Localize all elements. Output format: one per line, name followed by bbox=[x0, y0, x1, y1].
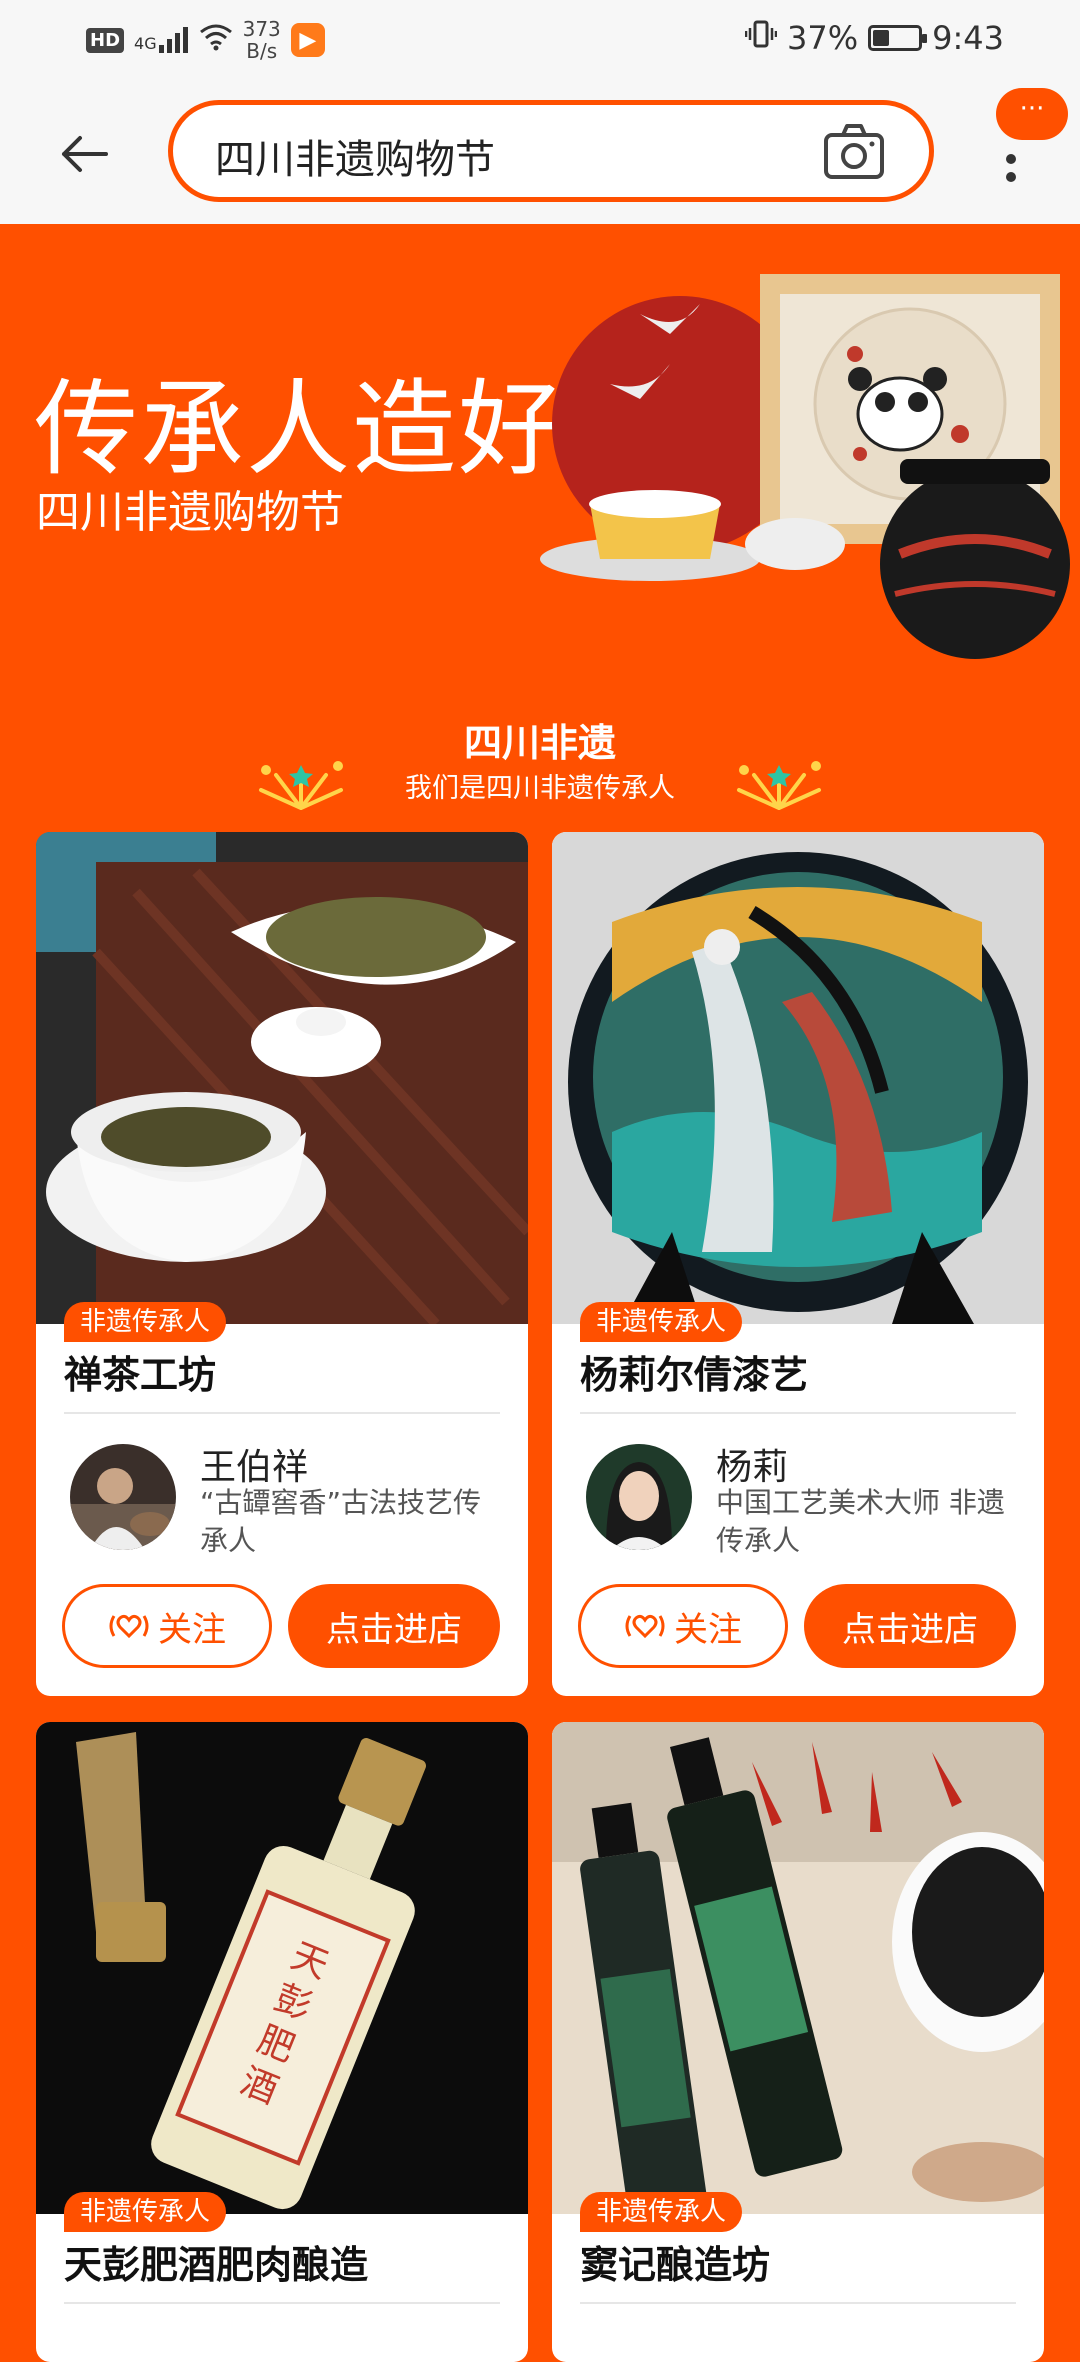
shop-name[interactable]: 禅茶工坊 bbox=[64, 1344, 216, 1399]
status-right: 37% 9:43 bbox=[744, 18, 1004, 58]
status-left: HD 4G 373 B/s ▶ bbox=[86, 18, 325, 62]
shop-image-soy-sauce bbox=[552, 1722, 1044, 2214]
vibrate-icon bbox=[744, 18, 778, 58]
follow-label: 关注 bbox=[674, 1609, 742, 1650]
divider bbox=[64, 2302, 500, 2304]
divider bbox=[580, 1412, 1016, 1414]
wifi-icon bbox=[199, 23, 233, 58]
promo-banner[interactable]: 传承人造好物 四川非遗购物节 bbox=[0, 224, 1080, 724]
heritage-badge: 非遗传承人 bbox=[580, 2192, 743, 2232]
clock: 9:43 bbox=[932, 19, 1004, 57]
heritage-badge: 非遗传承人 bbox=[64, 1302, 227, 1342]
shop-name[interactable]: 杨莉尔倩漆艺 bbox=[580, 1344, 808, 1399]
search-input[interactable]: 四川非遗购物节 bbox=[215, 127, 495, 185]
shop-card[interactable]: 非遗传承人 杨莉尔倩漆艺 杨莉 中国工艺美术大师 非遗传承人 关注 点击进店 bbox=[552, 832, 1044, 1696]
more-bubble[interactable]: ··· bbox=[996, 88, 1068, 140]
network-type: 4G bbox=[134, 34, 157, 53]
app-notification-icon: ▶ bbox=[290, 23, 325, 57]
section-title: 四川非遗 bbox=[463, 721, 616, 765]
network-speed: 373 B/s bbox=[243, 18, 281, 62]
inheritor-description: “古罈窖香”古法技艺传承人 bbox=[200, 1486, 482, 1557]
battery-percent: 37% bbox=[787, 19, 859, 57]
section-subtitle: 我们是四川非遗传承人 bbox=[405, 773, 675, 804]
follow-heart-icon bbox=[109, 1614, 149, 1639]
follow-button[interactable]: 关注 bbox=[578, 1584, 788, 1668]
enter-shop-button[interactable]: 点击进店 bbox=[288, 1584, 500, 1668]
search-header: 四川非遗购物节 ··· bbox=[0, 82, 1080, 224]
divider bbox=[64, 1412, 500, 1414]
banner-crafts-image bbox=[540, 274, 1070, 659]
more-dot-icon bbox=[1006, 172, 1016, 182]
speed-unit: B/s bbox=[246, 39, 278, 63]
inheritor-name: 杨莉 bbox=[716, 1447, 789, 1488]
camera-icon[interactable] bbox=[823, 121, 885, 181]
search-box[interactable]: 四川非遗购物节 bbox=[168, 100, 934, 202]
shop-name[interactable]: 窦记酿造坊 bbox=[580, 2234, 770, 2289]
signal-icon: 4G bbox=[134, 27, 189, 53]
shop-image-tea bbox=[36, 832, 528, 1324]
speed-value: 373 bbox=[242, 17, 281, 41]
follow-label: 关注 bbox=[158, 1609, 226, 1650]
battery-fill bbox=[873, 30, 890, 46]
follow-button[interactable]: 关注 bbox=[62, 1584, 272, 1668]
more-dot-icon bbox=[1006, 154, 1016, 164]
shop-image-lacquer-plate bbox=[552, 832, 1044, 1324]
shop-card[interactable]: 非遗传承人 窦记酿造坊 bbox=[552, 1722, 1044, 2362]
heritage-badge: 非遗传承人 bbox=[64, 2192, 227, 2232]
shop-card[interactable]: 天 彭 肥 酒 非遗传承人 天彭肥酒肥肉酿造 bbox=[36, 1722, 528, 2362]
shop-image-liquor: 天 彭 肥 酒 bbox=[36, 1722, 528, 2214]
shop-name[interactable]: 天彭肥酒肥肉酿造 bbox=[64, 2234, 368, 2289]
enter-shop-button[interactable]: 点击进店 bbox=[804, 1584, 1016, 1668]
heritage-badge: 非遗传承人 bbox=[580, 1302, 743, 1342]
hd-indicator: HD bbox=[86, 27, 125, 53]
divider bbox=[580, 2302, 1016, 2304]
shop-card[interactable]: 非遗传承人 禅茶工坊 王伯祥 “古罈窖香”古法技艺传承人 关注 点击进店 bbox=[36, 832, 528, 1696]
avatar[interactable] bbox=[70, 1444, 176, 1550]
battery-icon bbox=[868, 25, 928, 51]
banner-subtitle: 四川非遗购物节 bbox=[36, 487, 344, 538]
inheritor-name: 王伯祥 bbox=[200, 1447, 309, 1488]
avatar[interactable] bbox=[586, 1444, 692, 1550]
inheritor-description: 中国工艺美术大师 非遗传承人 bbox=[716, 1486, 1005, 1557]
follow-heart-icon bbox=[625, 1614, 665, 1639]
more-menu-button[interactable]: ··· bbox=[996, 88, 1068, 218]
firework-right-icon bbox=[737, 761, 821, 810]
status-bar: HD 4G 373 B/s ▶ 37% 9:43 bbox=[0, 0, 1080, 82]
back-icon[interactable] bbox=[54, 124, 114, 184]
